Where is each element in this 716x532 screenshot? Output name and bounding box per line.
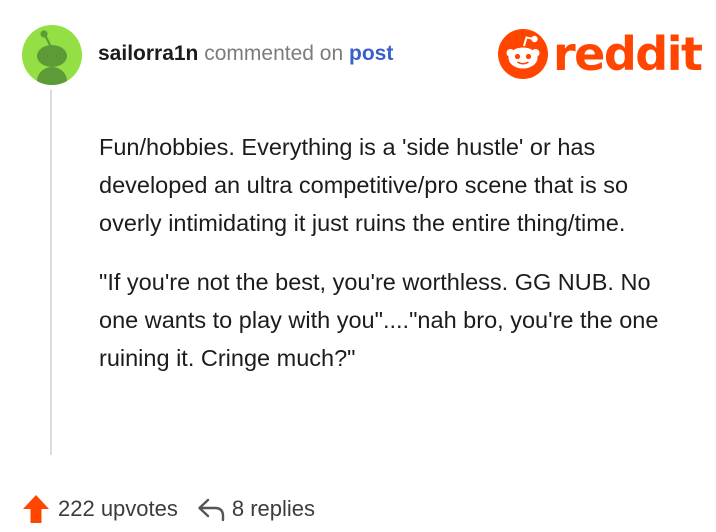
comment-action-text: commented on <box>204 42 344 65</box>
reply-count[interactable]: 8 replies <box>232 496 315 522</box>
comment-paragraph: Fun/hobbies. Everything is a 'side hustl… <box>99 134 629 236</box>
username-link[interactable]: sailorra1n <box>98 42 198 65</box>
upvote-count: 222 upvotes <box>58 496 178 521</box>
comment-paragraph: "If you're not the best, you're worthles… <box>99 269 659 371</box>
comment-body: Fun/hobbies. Everything is a 'side hustl… <box>99 128 689 398</box>
comment-footer: 222 upvotes 8 replies <box>22 492 315 526</box>
comment-header: sailorra1n commented on post <box>98 40 393 68</box>
reddit-snoo-icon <box>498 29 548 79</box>
reply-arrow-icon[interactable] <box>196 495 226 523</box>
thread-line[interactable] <box>50 90 52 455</box>
reddit-logo: reddit <box>497 27 703 81</box>
post-link[interactable]: post <box>349 42 393 65</box>
reddit-wordmark: reddit <box>553 27 703 81</box>
avatar[interactable] <box>22 25 82 85</box>
snoo-avatar-icon <box>37 30 67 85</box>
upvote-arrow-icon[interactable] <box>22 494 50 524</box>
